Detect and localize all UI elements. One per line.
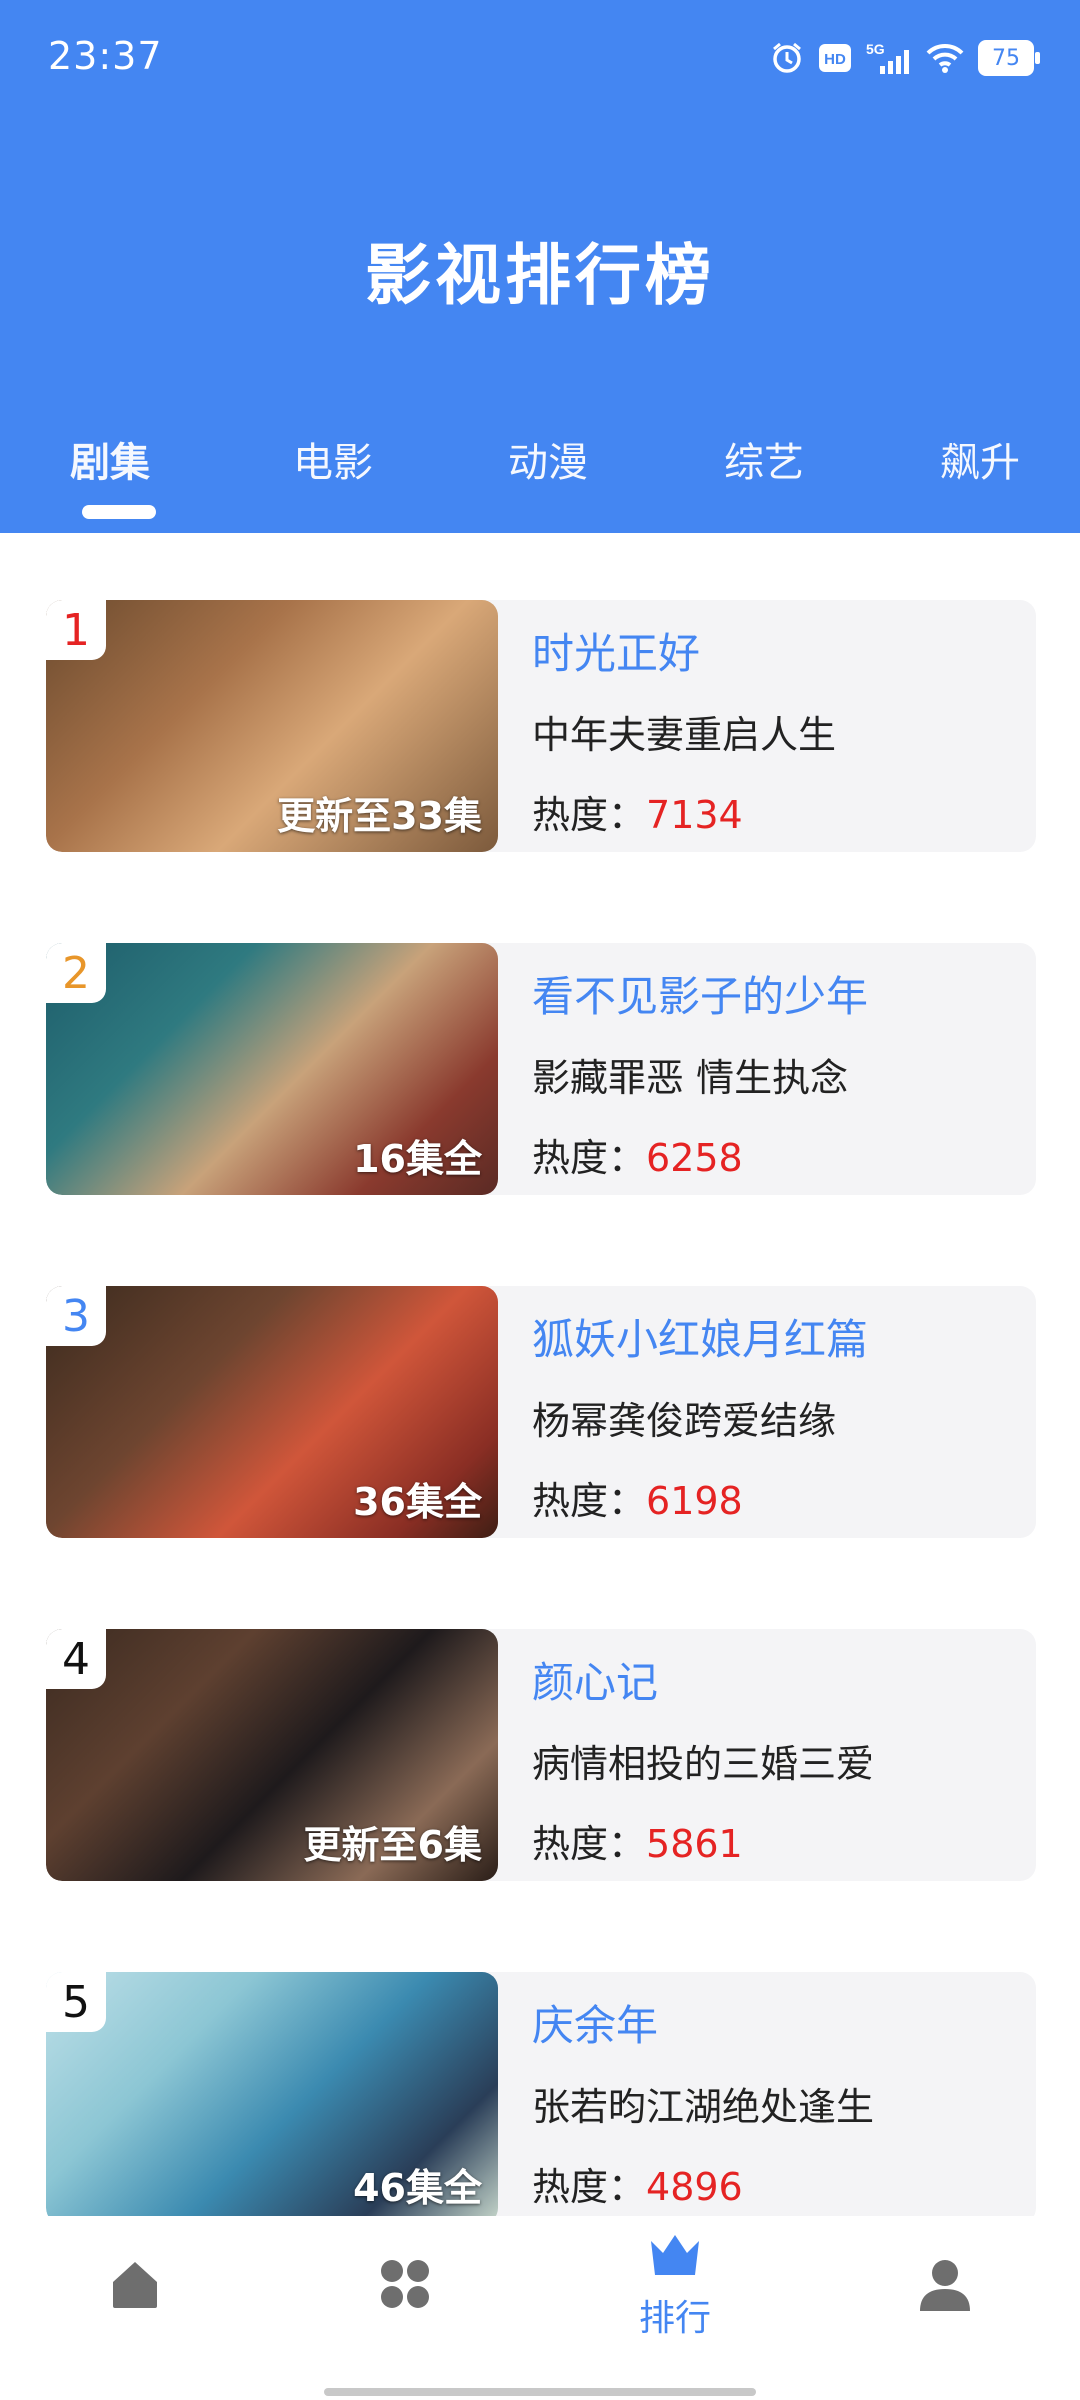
heat-row: 热度：4896	[532, 2156, 743, 2211]
nav-categories[interactable]	[270, 2216, 540, 2356]
tab-series[interactable]: 剧集	[70, 430, 150, 488]
svg-text:5G: 5G	[866, 41, 885, 57]
tab-anime[interactable]: 动漫	[508, 430, 588, 488]
item-info: 时光正好 中年夫妻重启人生 热度：7134	[532, 600, 1022, 852]
item-description: 中年夫妻重启人生	[532, 713, 837, 757]
item-info: 狐妖小红娘月红篇 杨幂龚俊跨爱结缘 热度：6198	[532, 1286, 1022, 1538]
list-item[interactable]: 2 16集全 看不见影子的少年 影藏罪恶 情生执念 热度：6258	[46, 943, 1036, 1195]
nav-ranking-label: 排行	[638, 2298, 711, 2339]
item-description: 病情相投的三婚三爱	[532, 1742, 875, 1786]
rank-badge: 2	[46, 943, 106, 1003]
tab-variety[interactable]: 综艺	[724, 430, 804, 488]
heat-row: 热度：7134	[532, 784, 743, 839]
heat-label: 热度：	[532, 2165, 647, 2209]
list-item[interactable]: 1 更新至33集 时光正好 中年夫妻重启人生 热度：7134	[46, 600, 1036, 852]
item-description: 杨幂龚俊跨爱结缘	[532, 1399, 837, 1443]
heat-value: 6198	[646, 1479, 743, 1523]
item-info: 看不见影子的少年 影藏罪恶 情生执念 热度：6258	[532, 943, 1022, 1195]
svg-text:HD: HD	[824, 51, 846, 68]
ranking-list: 1 更新至33集 时光正好 中年夫妻重启人生 热度：7134 2 16集全 看不…	[0, 533, 1080, 2216]
rank-badge: 3	[46, 1286, 106, 1346]
heat-label: 热度：	[532, 1136, 647, 1180]
poster-image[interactable]: 4 更新至6集	[46, 1629, 498, 1881]
episode-status: 16集全	[353, 1137, 482, 1181]
item-description: 影藏罪恶 情生执念	[532, 1056, 849, 1100]
item-info: 颜心记 病情相投的三婚三爱 热度：5861	[532, 1629, 1022, 1881]
episode-status: 36集全	[353, 1480, 482, 1524]
heat-row: 热度：5861	[532, 1813, 743, 1868]
signal-5g-icon: 5G	[866, 40, 912, 76]
item-title[interactable]: 时光正好	[532, 620, 700, 681]
list-item[interactable]: 4 更新至6集 颜心记 病情相投的三婚三爱 热度：5861	[46, 1629, 1036, 1881]
tab-rising[interactable]: 飙升	[940, 430, 1020, 488]
item-title[interactable]: 颜心记	[532, 1649, 658, 1710]
episode-status: 更新至6集	[303, 1823, 482, 1867]
heat-label: 热度：	[532, 1479, 647, 1523]
wifi-icon	[926, 43, 964, 73]
poster-image[interactable]: 3 36集全	[46, 1286, 498, 1538]
poster-image[interactable]: 2 16集全	[46, 943, 498, 1195]
item-title[interactable]: 看不见影子的少年	[532, 963, 868, 1024]
episode-status: 更新至33集	[277, 794, 482, 838]
heat-value: 7134	[646, 793, 743, 837]
heat-row: 热度：6258	[532, 1127, 743, 1182]
category-tabs: 剧集 电影 动漫 综艺 飙升	[0, 430, 1080, 510]
crown-icon	[647, 2231, 703, 2283]
poster-image[interactable]: 1 更新至33集	[46, 600, 498, 852]
list-item[interactable]: 5 46集全 庆余年 张若昀江湖绝处逢生 热度：4896	[46, 1972, 1036, 2216]
page-title: 影视排行榜	[365, 237, 715, 314]
heat-row: 热度：6198	[532, 1470, 743, 1525]
poster-image[interactable]: 5 46集全	[46, 1972, 498, 2216]
episode-status: 46集全	[353, 2166, 482, 2210]
heat-value: 6258	[646, 1136, 743, 1180]
list-item[interactable]: 3 36集全 狐妖小红娘月红篇 杨幂龚俊跨爱结缘 热度：6198	[46, 1286, 1036, 1538]
battery-icon: 75	[978, 40, 1040, 76]
nav-profile[interactable]	[810, 2216, 1080, 2356]
item-title[interactable]: 狐妖小红娘月红篇	[532, 1306, 868, 1367]
user-icon	[916, 2255, 974, 2317]
home-icon	[107, 2256, 163, 2316]
item-description: 张若昀江湖绝处逢生	[532, 2085, 875, 2129]
rank-badge: 5	[46, 1972, 106, 2032]
alarm-icon	[770, 41, 804, 75]
status-icons: HD 5G 75	[770, 36, 1040, 80]
heat-value: 5861	[646, 1822, 743, 1866]
rank-badge: 1	[46, 600, 106, 660]
nav-home[interactable]	[0, 2216, 270, 2356]
nav-ranking[interactable]: 排行	[540, 2216, 810, 2356]
tab-movies[interactable]: 电影	[293, 430, 373, 488]
home-indicator[interactable]	[324, 2388, 756, 2396]
item-title[interactable]: 庆余年	[532, 1992, 658, 2053]
status-time: 23:37	[48, 34, 163, 78]
item-info: 庆余年 张若昀江湖绝处逢生 热度：4896	[532, 1972, 1022, 2216]
heat-value: 4896	[646, 2165, 743, 2209]
heat-label: 热度：	[532, 1822, 647, 1866]
tab-indicator	[82, 505, 156, 519]
bottom-nav: 排行	[0, 2216, 1080, 2400]
grid-icon	[377, 2256, 433, 2316]
hd-icon: HD	[818, 43, 852, 73]
rank-badge: 4	[46, 1629, 106, 1689]
heat-label: 热度：	[532, 793, 647, 837]
header: 23:37 HD 5G 75 影视排行榜 剧集 电影 动漫 综艺 飙升	[0, 0, 1080, 533]
status-bar: 23:37 HD 5G 75	[0, 0, 1080, 110]
